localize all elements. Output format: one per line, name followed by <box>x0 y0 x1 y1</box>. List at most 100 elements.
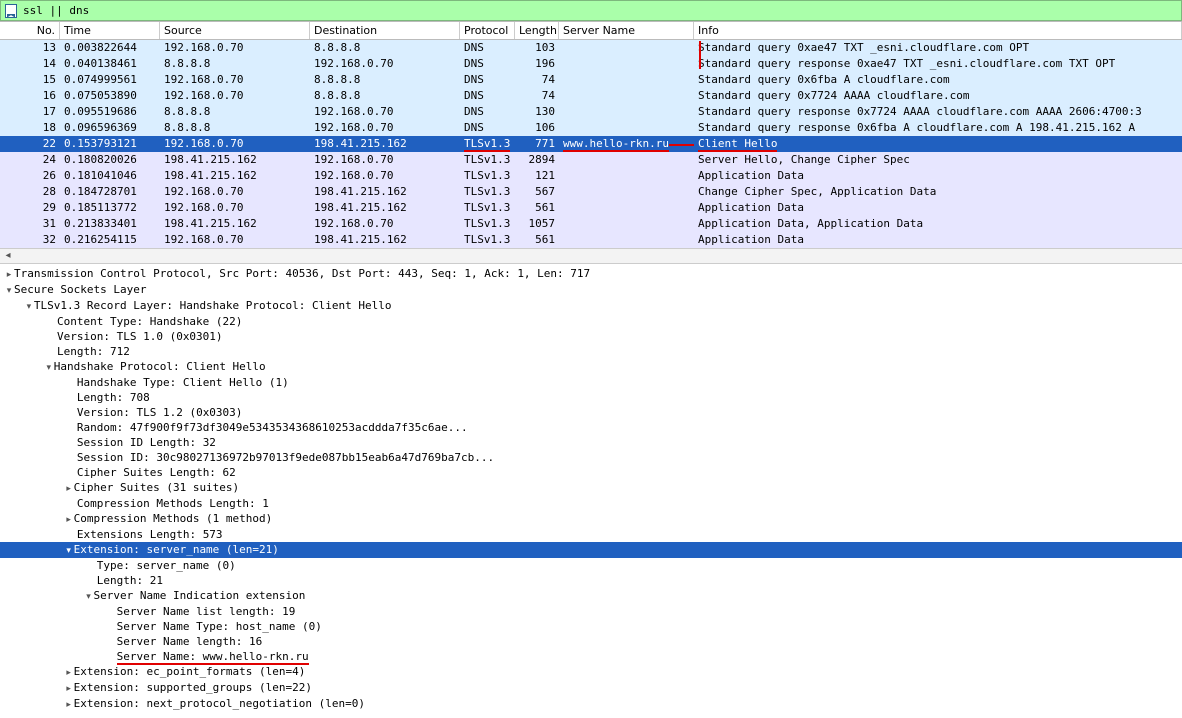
detail-text: Handshake Protocol: Client Hello <box>54 360 266 373</box>
col-header-src[interactable]: Source <box>160 22 310 39</box>
cell: Application Data <box>694 200 1182 216</box>
table-row[interactable]: 140.0401384618.8.8.8192.168.0.70DNS196St… <box>0 56 1182 72</box>
table-row[interactable]: 240.180820026198.41.215.162192.168.0.70T… <box>0 152 1182 168</box>
col-header-dst[interactable]: Destination <box>310 22 460 39</box>
cell: 567 <box>515 184 559 200</box>
detail-line[interactable]: Length: 712 <box>0 344 1182 359</box>
detail-line[interactable]: Transmission Control Protocol, Src Port:… <box>0 266 1182 282</box>
packet-list-header: No. Time Source Destination Protocol Len… <box>0 22 1182 40</box>
detail-line[interactable]: Session ID: 30c98027136972b97013f9ede087… <box>0 450 1182 465</box>
detail-text: Secure Sockets Layer <box>14 283 146 296</box>
cell: Application Data <box>694 232 1182 248</box>
cell: 31 <box>0 216 60 232</box>
detail-line[interactable]: Length: 21 <box>0 573 1182 588</box>
cell: 0.216254115 <box>60 232 160 248</box>
detail-line[interactable]: Random: 47f900f9f73df3049e53435343686102… <box>0 420 1182 435</box>
table-row[interactable]: 160.075053890192.168.0.708.8.8.8DNS74Sta… <box>0 88 1182 104</box>
cell: Standard query 0x7724 AAAA cloudflare.co… <box>694 88 1182 104</box>
detail-text: Compression Methods (1 method) <box>74 512 273 525</box>
table-row[interactable]: 290.185113772192.168.0.70198.41.215.162T… <box>0 200 1182 216</box>
detail-text: Session ID Length: 32 <box>77 436 216 449</box>
detail-line[interactable]: Server Name list length: 19 <box>0 604 1182 619</box>
cell: 561 <box>515 200 559 216</box>
detail-text: Extensions Length: 573 <box>77 528 223 541</box>
packet-list-body: 130.003822644192.168.0.708.8.8.8DNS103St… <box>0 40 1182 248</box>
detail-line[interactable]: Extensions Length: 573 <box>0 527 1182 542</box>
detail-text: Extension: server_name (len=21) <box>74 543 279 556</box>
table-row[interactable]: 320.216254115192.168.0.70198.41.215.162T… <box>0 232 1182 248</box>
horizontal-scrollbar[interactable]: ◂ <box>0 248 1182 264</box>
table-row[interactable]: 170.0955196868.8.8.8192.168.0.70DNS130St… <box>0 104 1182 120</box>
detail-line[interactable]: Cipher Suites (31 suites) <box>0 480 1182 496</box>
detail-text: Server Name Type: host_name (0) <box>117 620 322 633</box>
detail-line[interactable]: Extension: supported_groups (len=22) <box>0 680 1182 696</box>
detail-line[interactable]: Compression Methods Length: 1 <box>0 496 1182 511</box>
table-row[interactable]: 310.213833401198.41.215.162192.168.0.70T… <box>0 216 1182 232</box>
detail-text: Version: TLS 1.0 (0x0301) <box>57 330 223 343</box>
cell: DNS <box>460 56 515 72</box>
cell: 192.168.0.70 <box>310 216 460 232</box>
table-row[interactable]: 180.0965963698.8.8.8192.168.0.70DNS106St… <box>0 120 1182 136</box>
cell: 13 <box>0 40 60 56</box>
detail-line[interactable]: Handshake Protocol: Client Hello <box>0 359 1182 375</box>
table-row[interactable]: 260.181041046198.41.215.162192.168.0.70T… <box>0 168 1182 184</box>
detail-line[interactable]: Extension: next_protocol_negotiation (le… <box>0 696 1182 712</box>
cell: 1057 <box>515 216 559 232</box>
scroll-left-icon[interactable]: ◂ <box>2 250 14 262</box>
table-row[interactable]: 150.074999561192.168.0.708.8.8.8DNS74Sta… <box>0 72 1182 88</box>
table-row[interactable]: 130.003822644192.168.0.708.8.8.8DNS103St… <box>0 40 1182 56</box>
cell: 192.168.0.70 <box>310 56 460 72</box>
detail-line[interactable]: Handshake Type: Client Hello (1) <box>0 375 1182 390</box>
detail-line[interactable]: Server Name Type: host_name (0) <box>0 619 1182 634</box>
detail-text-server-name: Server Name: www.hello-rkn.ru <box>117 650 309 665</box>
detail-text: Handshake Type: Client Hello (1) <box>77 376 289 389</box>
detail-text: Session ID: 30c98027136972b97013f9ede087… <box>77 451 494 464</box>
cell: DNS <box>460 40 515 56</box>
detail-line[interactable]: Content Type: Handshake (22) <box>0 314 1182 329</box>
detail-line[interactable]: Length: 708 <box>0 390 1182 405</box>
bookmark-icon[interactable] <box>5 4 17 18</box>
cell: 192.168.0.70 <box>160 72 310 88</box>
cell: 74 <box>515 88 559 104</box>
detail-line[interactable]: Server Name length: 16 <box>0 634 1182 649</box>
col-header-sni[interactable]: Server Name <box>559 22 694 39</box>
detail-line[interactable]: Extension: ec_point_formats (len=4) <box>0 664 1182 680</box>
detail-line[interactable]: Server Name: www.hello-rkn.ru <box>0 649 1182 664</box>
cell: 198.41.215.162 <box>310 136 460 152</box>
detail-text: Length: 712 <box>57 345 130 358</box>
display-filter-bar <box>0 0 1182 21</box>
detail-line-selected[interactable]: Extension: server_name (len=21) <box>0 542 1182 558</box>
col-header-info[interactable]: Info <box>694 22 1182 39</box>
col-header-proto[interactable]: Protocol <box>460 22 515 39</box>
col-header-no[interactable]: No. <box>0 22 60 39</box>
cell <box>559 168 694 184</box>
detail-line[interactable]: Compression Methods (1 method) <box>0 511 1182 527</box>
col-header-len[interactable]: Length <box>515 22 559 39</box>
cell: 17 <box>0 104 60 120</box>
cell <box>559 200 694 216</box>
detail-line[interactable]: Type: server_name (0) <box>0 558 1182 573</box>
table-row[interactable]: 280.184728701192.168.0.70198.41.215.162T… <box>0 184 1182 200</box>
cell: 192.168.0.70 <box>160 88 310 104</box>
annotation-mark <box>699 41 701 69</box>
detail-line[interactable]: Session ID Length: 32 <box>0 435 1182 450</box>
detail-line[interactable]: Cipher Suites Length: 62 <box>0 465 1182 480</box>
table-row[interactable]: 220.153793121192.168.0.70198.41.215.162T… <box>0 136 1182 152</box>
cell: 192.168.0.70 <box>160 232 310 248</box>
col-header-time[interactable]: Time <box>60 22 160 39</box>
cell: 32 <box>0 232 60 248</box>
detail-line[interactable]: Version: TLS 1.2 (0x0303) <box>0 405 1182 420</box>
detail-text: Cipher Suites Length: 62 <box>77 466 236 479</box>
cell: TLSv1.3 <box>460 184 515 200</box>
cell: TLSv1.3 <box>460 168 515 184</box>
detail-line[interactable]: TLSv1.3 Record Layer: Handshake Protocol… <box>0 298 1182 314</box>
display-filter-input[interactable] <box>21 3 1177 18</box>
detail-line[interactable]: Server Name Indication extension <box>0 588 1182 604</box>
cell: 0.184728701 <box>60 184 160 200</box>
cell: 0.153793121 <box>60 136 160 152</box>
cell: 0.096596369 <box>60 120 160 136</box>
cell: 130 <box>515 104 559 120</box>
detail-text: Random: 47f900f9f73df3049e53435343686102… <box>77 421 468 434</box>
detail-line[interactable]: Version: TLS 1.0 (0x0301) <box>0 329 1182 344</box>
detail-line[interactable]: Secure Sockets Layer <box>0 282 1182 298</box>
